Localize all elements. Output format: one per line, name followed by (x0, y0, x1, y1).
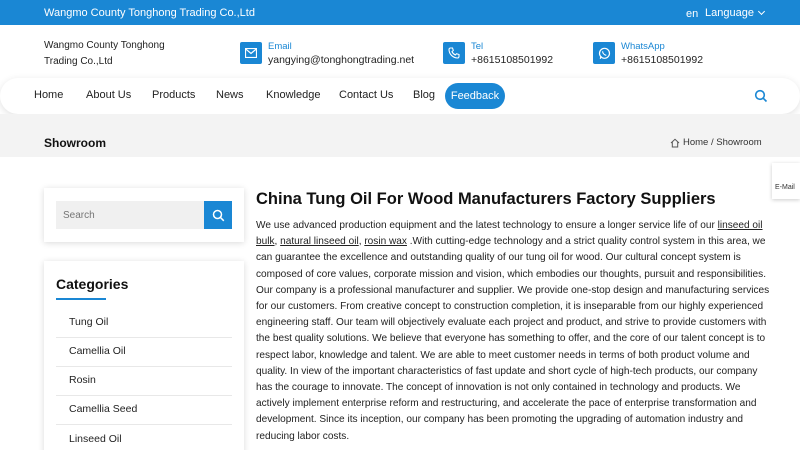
search-button[interactable] (204, 201, 232, 229)
tel-value[interactable]: +8615108501992 (471, 54, 553, 66)
site-header: Wangmo County Tonghong Trading Co.,Ltd E… (0, 25, 800, 78)
link-natural-linseed-oil[interactable]: natural linseed oil (280, 236, 359, 247)
divider (56, 337, 232, 338)
home-icon (670, 138, 680, 147)
email-label: Email (268, 41, 292, 52)
site-brand[interactable]: Wangmo County Tonghong Trading Co.,Ltd (44, 38, 184, 70)
category-item[interactable]: Camellia Seed (69, 403, 137, 415)
search-icon[interactable] (754, 89, 768, 103)
side-email-label: E-Mail (775, 184, 795, 191)
category-item[interactable]: Linseed Oil (69, 433, 122, 445)
brand-line-1: Wangmo County Tonghong (44, 40, 165, 51)
nav-home[interactable]: Home (34, 89, 63, 101)
breadcrumb: Home / Showroom (670, 137, 762, 148)
topbar-company-name: Wangmo County Tonghong Trading Co.,Ltd (44, 7, 255, 19)
contact-tel[interactable]: Tel +8615108501992 (443, 41, 573, 69)
top-bar: Wangmo County Tonghong Trading Co.,Ltd e… (0, 0, 800, 25)
phone-icon (443, 42, 465, 64)
article-title: China Tung Oil For Wood Manufacturers Fa… (256, 190, 716, 208)
page-title-band: Showroom Home / Showroom (0, 114, 800, 157)
sidebar-search (44, 188, 244, 242)
divider (56, 395, 232, 396)
contact-email[interactable]: Email yangying@tonghongtrading.net (240, 41, 420, 69)
envelope-icon (240, 42, 262, 64)
category-item[interactable]: Rosin (69, 374, 96, 386)
categories-panel: Categories Tung Oil Camellia Oil Rosin C… (44, 261, 244, 450)
contact-whatsapp[interactable]: WhatsApp +8615108501992 (593, 41, 723, 69)
heading-underline (56, 298, 106, 300)
nav-news[interactable]: News (216, 89, 244, 101)
category-item[interactable]: Camellia Oil (69, 345, 126, 357)
article-text: .With cutting-edge technology and a stri… (256, 236, 770, 442)
language-label: Language (705, 7, 754, 19)
category-item[interactable]: Tung Oil (69, 316, 108, 328)
divider (56, 366, 232, 367)
main-nav: Home About Us Products News Knowledge Co… (0, 78, 800, 114)
link-rosin-wax[interactable]: rosin wax (364, 236, 407, 247)
divider (56, 424, 232, 425)
brand-line-2: Trading Co.,Ltd (44, 56, 113, 67)
article-text: We use advanced production equipment and… (256, 220, 718, 231)
chevron-down-icon (757, 7, 765, 16)
categories-heading: Categories (56, 276, 129, 292)
whatsapp-icon (593, 42, 615, 64)
nav-products[interactable]: Products (152, 89, 195, 101)
search-icon (212, 209, 224, 221)
search-input[interactable] (56, 201, 204, 229)
whatsapp-value[interactable]: +8615108501992 (621, 54, 703, 66)
nav-knowledge[interactable]: Knowledge (266, 89, 320, 101)
page-title: Showroom (44, 136, 106, 150)
nav-blog[interactable]: Blog (413, 89, 435, 101)
breadcrumb-text[interactable]: Home / Showroom (683, 137, 762, 148)
email-value[interactable]: yangying@tonghongtrading.net (268, 54, 414, 66)
feedback-button[interactable]: Feedback (445, 83, 505, 109)
nav-about-us[interactable]: About Us (86, 89, 131, 101)
tel-label: Tel (471, 41, 484, 52)
side-email-tab[interactable]: E-Mail (772, 163, 800, 199)
whatsapp-label: WhatsApp (621, 41, 665, 52)
language-code[interactable]: en (686, 8, 698, 20)
article-body: We use advanced production equipment and… (256, 218, 776, 445)
language-selector[interactable]: Language (705, 7, 765, 19)
nav-contact-us[interactable]: Contact Us (339, 89, 393, 101)
